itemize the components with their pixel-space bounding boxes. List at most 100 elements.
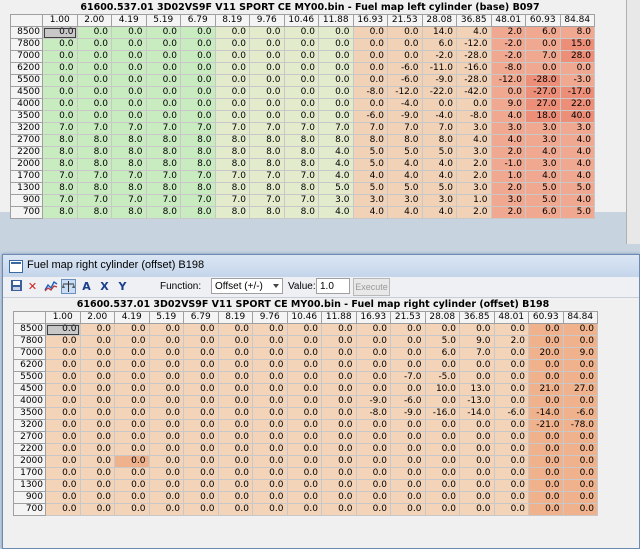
map-cell[interactable]: 0.0 bbox=[562, 479, 598, 492]
axis-x-icon[interactable]: X bbox=[97, 279, 112, 294]
map-cell[interactable]: 5.0 bbox=[352, 182, 388, 195]
map-cell[interactable]: 0.0 bbox=[79, 431, 115, 444]
map-cell[interactable]: 7.0 bbox=[76, 194, 112, 207]
map-cell[interactable]: 0.0 bbox=[421, 98, 457, 111]
map-cell[interactable]: 0.0 bbox=[283, 86, 319, 99]
column-header[interactable]: 1.00 bbox=[45, 311, 81, 324]
map-cell[interactable]: 0.0 bbox=[111, 86, 147, 99]
map-cell[interactable]: 0.0 bbox=[459, 359, 495, 372]
column-header[interactable]: 21.53 bbox=[390, 311, 426, 324]
map-cell[interactable]: 0.0 bbox=[355, 359, 391, 372]
map-cell[interactable]: 0.0 bbox=[459, 431, 495, 444]
map-cell[interactable]: 0.0 bbox=[180, 50, 216, 63]
map-cell[interactable]: 0.0 bbox=[424, 419, 460, 432]
map-cell[interactable]: 0.0 bbox=[180, 110, 216, 123]
map-cell[interactable]: 0.0 bbox=[424, 491, 460, 504]
map-cell[interactable]: 0.0 bbox=[390, 455, 426, 468]
map-cell[interactable]: 7.0 bbox=[42, 170, 78, 183]
map-cell[interactable]: 7.0 bbox=[42, 122, 78, 135]
map-cell[interactable]: 8.0 bbox=[180, 182, 216, 195]
map-cell[interactable]: 0.0 bbox=[390, 503, 426, 516]
graph-icon[interactable] bbox=[43, 279, 58, 294]
column-header[interactable]: 6.79 bbox=[180, 14, 216, 27]
map-cell[interactable]: 0.0 bbox=[390, 431, 426, 444]
row-header[interactable]: 6200 bbox=[13, 359, 46, 372]
map-cell[interactable]: 0.0 bbox=[217, 479, 253, 492]
map-cell[interactable]: 0.0 bbox=[355, 323, 391, 336]
map-cell[interactable]: 8.0 bbox=[76, 134, 112, 147]
map-cell[interactable]: 0.0 bbox=[252, 407, 288, 420]
map-cell[interactable]: 0.0 bbox=[214, 86, 250, 99]
map-cell[interactable]: 0.0 bbox=[283, 38, 319, 51]
map-cell[interactable]: 0.0 bbox=[352, 50, 388, 63]
map-cell[interactable]: 0.0 bbox=[45, 323, 81, 336]
map-cell[interactable]: 0.0 bbox=[352, 26, 388, 39]
row-header[interactable]: 8500 bbox=[13, 323, 46, 336]
map-cell[interactable]: 1.0 bbox=[490, 170, 526, 183]
map-cell[interactable]: 8.0 bbox=[145, 134, 181, 147]
map-cell[interactable]: 8.0 bbox=[283, 182, 319, 195]
map-cell[interactable]: 3.0 bbox=[318, 194, 354, 207]
map-cell[interactable]: 0.0 bbox=[148, 503, 184, 516]
map-cell[interactable]: 0.0 bbox=[145, 62, 181, 75]
map-cell[interactable]: 8.0 bbox=[249, 206, 285, 219]
map-cell[interactable]: 0.0 bbox=[76, 38, 112, 51]
column-header[interactable]: 6.79 bbox=[183, 311, 219, 324]
map-cell[interactable]: 0.0 bbox=[252, 323, 288, 336]
map-cell[interactable]: 0.0 bbox=[148, 323, 184, 336]
map-cell[interactable]: 0.0 bbox=[111, 74, 147, 87]
map-cell[interactable]: 0.0 bbox=[318, 86, 354, 99]
map-cell[interactable]: 7.0 bbox=[249, 194, 285, 207]
map-cell[interactable]: 8.0 bbox=[283, 146, 319, 159]
axis-y-icon[interactable]: Y bbox=[115, 279, 130, 294]
row-header[interactable]: 2200 bbox=[10, 146, 43, 159]
map-cell[interactable]: 0.0 bbox=[352, 74, 388, 87]
map-cell[interactable]: 0.0 bbox=[493, 383, 529, 396]
map-cell[interactable]: 3.0 bbox=[352, 194, 388, 207]
map-cell[interactable]: 0.0 bbox=[148, 383, 184, 396]
map-cell[interactable]: 0.0 bbox=[145, 98, 181, 111]
map-cell[interactable]: 0.0 bbox=[114, 503, 150, 516]
map-cell[interactable]: -11.0 bbox=[421, 62, 457, 75]
map-cell[interactable]: 0.0 bbox=[355, 431, 391, 444]
map-cell[interactable]: 0.0 bbox=[562, 371, 598, 384]
map-cell[interactable]: 0.0 bbox=[114, 359, 150, 372]
map-cell[interactable]: 2.0 bbox=[456, 206, 492, 219]
map-cell[interactable]: 0.0 bbox=[114, 419, 150, 432]
map-cell[interactable]: -17.0 bbox=[559, 86, 595, 99]
map-cell[interactable]: 2.0 bbox=[490, 182, 526, 195]
map-cell[interactable]: 0.0 bbox=[145, 74, 181, 87]
map-cell[interactable]: 0.0 bbox=[493, 395, 529, 408]
map-cell[interactable]: 0.0 bbox=[214, 74, 250, 87]
map-cell[interactable]: 0.0 bbox=[390, 419, 426, 432]
map-cell[interactable]: 0.0 bbox=[148, 419, 184, 432]
map-cell[interactable]: 0.0 bbox=[318, 98, 354, 111]
map-cell[interactable]: 0.0 bbox=[318, 38, 354, 51]
window-titlebar[interactable]: Fuel map right cylinder (offset) B198 bbox=[3, 255, 639, 277]
map-cell[interactable]: 0.0 bbox=[355, 419, 391, 432]
map-cell[interactable]: 8.0 bbox=[180, 146, 216, 159]
map-cell[interactable]: 0.0 bbox=[217, 323, 253, 336]
map-cell[interactable]: 7.0 bbox=[180, 194, 216, 207]
map-cell[interactable]: 2.0 bbox=[456, 170, 492, 183]
map-cell[interactable]: 0.0 bbox=[114, 431, 150, 444]
map-cell[interactable]: -14.0 bbox=[459, 407, 495, 420]
map-cell[interactable]: 0.0 bbox=[459, 467, 495, 480]
map-cell[interactable]: 4.0 bbox=[559, 158, 595, 171]
map-cell[interactable]: 0.0 bbox=[459, 479, 495, 492]
map-cell[interactable]: 8.0 bbox=[111, 206, 147, 219]
map-cell[interactable]: 0.0 bbox=[355, 347, 391, 360]
map-cell[interactable]: -8.0 bbox=[352, 86, 388, 99]
map-cell[interactable]: 0.0 bbox=[79, 419, 115, 432]
map-cell[interactable]: 7.0 bbox=[352, 122, 388, 135]
map-cell[interactable]: 0.0 bbox=[217, 419, 253, 432]
map-cell[interactable]: 0.0 bbox=[283, 74, 319, 87]
column-header[interactable]: 16.93 bbox=[352, 14, 388, 27]
map-cell[interactable]: 0.0 bbox=[493, 371, 529, 384]
map-cell[interactable]: 0.0 bbox=[148, 371, 184, 384]
map-cell[interactable]: 7.0 bbox=[214, 194, 250, 207]
axis-a-icon[interactable]: A bbox=[79, 279, 94, 294]
map-cell[interactable]: 7.0 bbox=[283, 170, 319, 183]
map-cell[interactable]: 0.0 bbox=[249, 74, 285, 87]
map-cell[interactable]: 0.0 bbox=[79, 443, 115, 456]
